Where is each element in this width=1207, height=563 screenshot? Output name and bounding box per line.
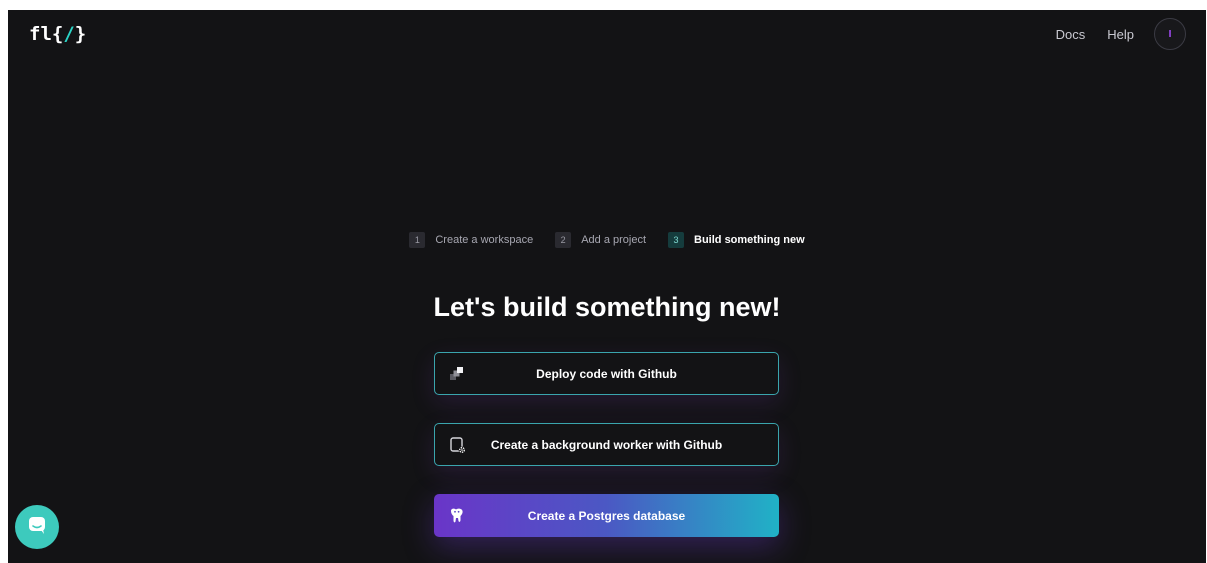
- logo-right: }: [74, 23, 87, 45]
- logo-slash: /: [63, 23, 75, 45]
- button-label: Create a Postgres database: [527, 508, 686, 523]
- step-number: 3: [668, 232, 685, 248]
- step-label: Add a project: [581, 234, 647, 246]
- step-add-project: 2 Add a project: [555, 232, 646, 248]
- top-nav: Docs Help I: [1056, 18, 1186, 50]
- step-number: 1: [409, 232, 426, 248]
- avatar[interactable]: I: [1154, 18, 1186, 50]
- step-create-workspace: 1 Create a workspace: [409, 232, 533, 248]
- chat-bubble-icon: [27, 515, 47, 540]
- button-label: Create a background worker with Github: [490, 437, 723, 452]
- step-build-something-new: 3 Build something new: [668, 232, 805, 248]
- help-link[interactable]: Help: [1107, 27, 1134, 42]
- logo[interactable]: fl{/}: [29, 23, 86, 45]
- logo-left: fl{: [29, 23, 64, 45]
- avatar-initial: I: [1168, 28, 1172, 40]
- step-label: Create a workspace: [435, 234, 534, 246]
- postgres-elephant-icon: [447, 506, 467, 526]
- docs-link[interactable]: Docs: [1056, 27, 1086, 42]
- page-title: Let's build something new!: [433, 292, 781, 322]
- worker-gear-icon: [448, 435, 468, 455]
- layers-icon: [448, 364, 468, 384]
- chat-launcher-button[interactable]: [15, 505, 59, 549]
- onboarding-stepper: 1 Create a workspace 2 Add a project 3 B…: [8, 232, 1206, 248]
- background-worker-github-button[interactable]: Create a background worker with Github: [434, 423, 779, 466]
- create-postgres-database-button[interactable]: Create a Postgres database: [434, 494, 779, 537]
- button-label: Deploy code with Github: [536, 366, 677, 381]
- app-window: fl{/} Docs Help I 1 Create a workspace 2…: [8, 10, 1206, 563]
- deploy-code-github-button[interactable]: Deploy code with Github: [434, 352, 779, 395]
- step-number: 2: [555, 232, 572, 248]
- step-label: Build something new: [694, 234, 805, 246]
